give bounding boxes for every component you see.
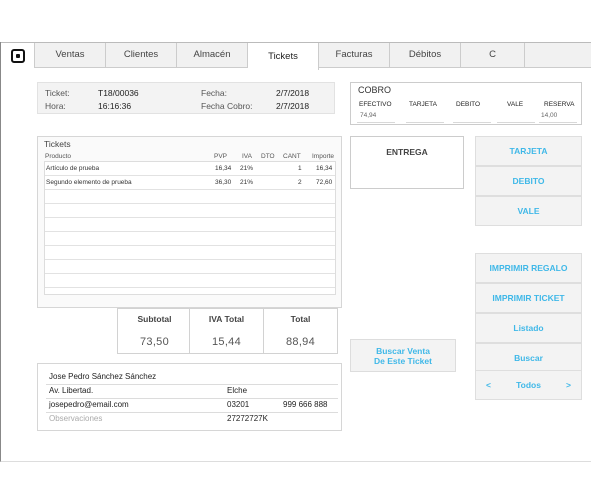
tab-ventas[interactable]: Ventas [35, 43, 106, 68]
total-box: Total 88,94 [263, 308, 338, 354]
col-dto: DTO [261, 153, 275, 160]
cell-importe: 16,34 [316, 165, 333, 172]
customer-city[interactable]: Elche [227, 386, 247, 395]
customer-nif[interactable]: 27272727K [227, 414, 268, 423]
total-label: Total [290, 314, 311, 324]
table-row[interactable]: Artículo de prueba 16,34 21% 1 16,34 [45, 162, 335, 176]
fecha-cobro-value: 2/7/2018 [276, 101, 310, 111]
hora-label: Hora: [45, 101, 66, 111]
buscar-button[interactable]: Buscar [475, 343, 582, 373]
cell-importe: 72,60 [316, 179, 333, 186]
table-row-empty[interactable] [45, 204, 335, 218]
todos-selector[interactable]: < Todos > [475, 370, 582, 400]
table-row-empty[interactable] [45, 190, 335, 204]
tab-c[interactable]: C [461, 43, 525, 68]
cell-producto: Artículo de prueba [46, 165, 100, 172]
table-row[interactable]: Segundo elemento de prueba 36,30 21% 2 7… [45, 176, 335, 190]
ticket-value: T18/00036 [98, 88, 139, 98]
table-row-empty[interactable] [45, 246, 335, 260]
customer-panel: Jose Pedro Sánchez Sánchez Av. Libertad.… [37, 363, 342, 431]
subtotal-value: 73,50 [139, 336, 170, 348]
cell-cant: 1 [298, 165, 302, 172]
iva-total-box: IVA Total 15,44 [189, 308, 264, 354]
tickets-panel: Tickets Producto PVP IVA DTO CANT Import… [37, 136, 342, 308]
vale-button[interactable]: VALE [475, 196, 582, 226]
cobro-efectivo-value[interactable]: 74,94 [360, 112, 376, 119]
tab-tickets[interactable]: Tickets [248, 43, 319, 70]
tab-facturas[interactable]: Facturas [319, 43, 390, 68]
ticket-info-panel: Ticket: T18/00036 Hora: 16:16:36 Fecha: … [37, 82, 335, 114]
customer-address[interactable]: Av. Libertad. [49, 386, 93, 395]
cobro-debito-field[interactable] [453, 122, 491, 123]
fecha-label: Fecha: [201, 88, 227, 98]
cobro-reserva-field[interactable] [539, 122, 577, 123]
customer-email[interactable]: josepedro@email.com [49, 400, 129, 409]
tab-clientes[interactable]: Clientes [106, 43, 177, 68]
debito-button[interactable]: DEBITO [475, 166, 582, 196]
table-row-empty[interactable] [45, 218, 335, 232]
tarjeta-button[interactable]: TARJETA [475, 136, 582, 166]
tickets-grid: Artículo de prueba 16,34 21% 1 16,34 Seg… [44, 161, 336, 295]
table-row-empty[interactable] [45, 232, 335, 246]
ticket-label: Ticket: [45, 88, 70, 98]
col-importe: Importe [312, 153, 335, 160]
total-value: 88,94 [285, 336, 316, 348]
cobro-header-debito: DEBITO [456, 101, 481, 108]
col-iva: IVA [242, 153, 252, 160]
iva-total-value: 15,44 [211, 336, 242, 348]
col-producto: Producto [45, 153, 72, 160]
fecha-cobro-label: Fecha Cobro: [201, 101, 253, 111]
cell-iva: 21% [240, 179, 254, 186]
divider [46, 412, 338, 413]
cobro-vale-field[interactable] [497, 122, 535, 123]
cobro-efectivo-field[interactable] [357, 122, 395, 123]
cell-producto: Segundo elemento de prueba [46, 179, 132, 186]
divider [46, 398, 338, 399]
iva-total-label: IVA Total [208, 314, 245, 324]
col-pvp: PVP [214, 153, 228, 160]
next-arrow-icon[interactable]: > [566, 380, 571, 390]
divider [46, 384, 338, 385]
tab-almacen[interactable]: Almacén [177, 43, 248, 68]
customer-phone[interactable]: 999 666 888 [283, 400, 328, 409]
listado-button[interactable]: Listado [475, 313, 582, 343]
cell-cant: 2 [298, 179, 302, 186]
buscar-venta-button[interactable]: Buscar Venta De Este Ticket [350, 339, 456, 372]
table-row-empty[interactable] [45, 274, 335, 288]
cobro-header-reserva: RESERVA [544, 101, 575, 108]
subtotal-label: Subtotal [137, 314, 172, 324]
cell-pvp: 36,30 [215, 179, 232, 186]
top-nav: Ventas Clientes Almacén Tickets Facturas… [1, 42, 591, 70]
imprimir-ticket-button[interactable]: IMPRIMIR TICKET [475, 283, 582, 313]
cobro-panel: COBRO EFECTIVO TARJETA DEBITO VALE RESER… [350, 82, 582, 125]
prev-arrow-icon[interactable]: < [486, 380, 491, 390]
tab-debitos[interactable]: Débitos [390, 43, 461, 68]
entrega-panel[interactable]: ENTREGA [350, 136, 464, 189]
cobro-reserva-value[interactable]: 14,00 [541, 112, 557, 119]
subtotal-box: Subtotal 73,50 [117, 308, 192, 354]
entrega-label: ENTREGA [386, 147, 428, 157]
cobro-title: COBRO [358, 85, 392, 95]
cobro-header-efectivo: EFECTIVO [359, 101, 392, 108]
app-logo-icon[interactable] [1, 43, 35, 68]
customer-name[interactable]: Jose Pedro Sánchez Sánchez [49, 372, 156, 381]
cobro-header-vale: VALE [507, 101, 524, 108]
app-window: Ventas Clientes Almacén Tickets Facturas… [0, 42, 591, 462]
observations-field[interactable]: Observaciones [49, 414, 102, 423]
buscar-venta-line1: Buscar Venta [376, 346, 430, 356]
imprimir-regalo-button[interactable]: IMPRIMIR REGALO [475, 253, 582, 283]
hora-value: 16:16:36 [98, 101, 132, 111]
tickets-title: Tickets [44, 139, 71, 149]
cobro-tarjeta-field[interactable] [406, 122, 444, 123]
buscar-venta-line2: De Este Ticket [374, 356, 432, 366]
customer-postal-code[interactable]: 03201 [227, 400, 249, 409]
col-cant: CANT [283, 153, 301, 160]
table-row-empty[interactable] [45, 260, 335, 274]
cell-pvp: 16,34 [215, 165, 232, 172]
fecha-value: 2/7/2018 [276, 88, 310, 98]
cell-iva: 21% [240, 165, 254, 172]
todos-label: Todos [516, 380, 541, 390]
cobro-header-tarjeta: TARJETA [409, 101, 437, 108]
